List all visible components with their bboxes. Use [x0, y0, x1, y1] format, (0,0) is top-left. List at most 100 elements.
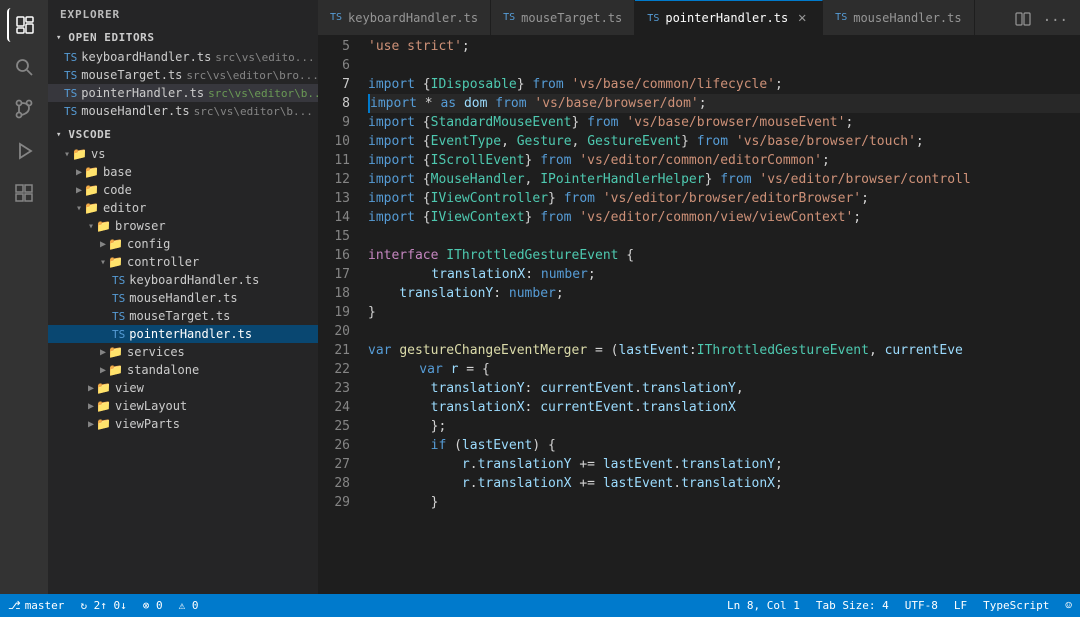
tree-services-folder[interactable]: ▶ 📁 services [48, 343, 318, 361]
status-bar: ⎇ master ↻ 2↑ 0↓ ⊗ 0 ⚠ 0 Ln 8, Col 1 Tab… [0, 594, 1080, 617]
line-num-28: 28 [318, 474, 350, 493]
line-num-14: 14 [318, 208, 350, 227]
sidebar-title: EXPLORER [48, 0, 318, 27]
file-path: src\vs\edito... [215, 51, 314, 64]
folder-icon: 📁 [96, 417, 111, 431]
more-actions-button[interactable]: ··· [1039, 9, 1072, 33]
errors-status[interactable]: ⊗ 0 [135, 594, 171, 617]
tab-mouseTarget[interactable]: TS mouseTarget.ts [491, 0, 635, 35]
folder-icon: 📁 [96, 381, 111, 395]
errors-label: ⊗ 0 [143, 599, 163, 612]
tree-view-folder[interactable]: ▶ 📁 view [48, 379, 318, 397]
tree-browser-folder[interactable]: ▾ 📁 browser [48, 217, 318, 235]
tab-keyboardHandler[interactable]: TS keyboardHandler.ts [318, 0, 491, 35]
warnings-status[interactable]: ⚠ 0 [171, 594, 207, 617]
language-status[interactable]: TypeScript [975, 594, 1057, 617]
line-num-29: 29 [318, 493, 350, 512]
git-sync-status[interactable]: ↻ 2↑ 0↓ [72, 594, 134, 617]
open-editor-keyboardHandler[interactable]: TS keyboardHandler.ts src\vs\edito... [48, 48, 318, 66]
line-num-27: 27 [318, 455, 350, 474]
smiley-status[interactable]: ☺ [1057, 594, 1080, 617]
ts-icon: TS [64, 51, 77, 64]
code-line-28: r.translationX += lastEvent.translationX… [368, 474, 1080, 493]
line-ending-status[interactable]: LF [946, 594, 975, 617]
tabs-bar: TS keyboardHandler.ts TS mouseTarget.ts … [318, 0, 1080, 35]
file-name: mouseTarget.ts [81, 68, 182, 82]
line-num-21: 21 [318, 341, 350, 360]
arrow-icon: ▶ [76, 185, 82, 196]
ts-icon: TS [64, 69, 77, 82]
split-editor-button[interactable] [1011, 7, 1035, 35]
extensions-activity-icon[interactable] [7, 176, 41, 210]
status-left: ⎇ master ↻ 2↑ 0↓ ⊗ 0 ⚠ 0 [0, 594, 207, 617]
line-numbers: 5 6 7 8 9 10 11 12 13 14 15 16 17 18 19 … [318, 35, 358, 594]
activity-bar [0, 0, 48, 594]
tab-icon: TS [835, 12, 847, 23]
folder-icon: 📁 [108, 345, 123, 359]
folder-name: viewLayout [115, 399, 187, 413]
code-line-25: }; [368, 417, 1080, 436]
tree-editor-folder[interactable]: ▾ 📁 editor [48, 199, 318, 217]
code-line-6 [368, 56, 1080, 75]
editor-area: TS keyboardHandler.ts TS mouseTarget.ts … [318, 0, 1080, 594]
open-editors-section[interactable]: ▾ OPEN EDITORS [48, 27, 318, 48]
tree-pointerHandler-file[interactable]: TS pointerHandler.ts [48, 325, 318, 343]
tab-icon: TS [503, 12, 515, 23]
git-branch-status[interactable]: ⎇ master [0, 594, 72, 617]
cursor-position-status[interactable]: Ln 8, Col 1 [719, 594, 808, 617]
folder-name: vs [91, 147, 105, 161]
file-name: keyboardHandler.ts [129, 273, 259, 287]
code-line-12: import {MouseHandler, IPointerHandlerHel… [368, 170, 1080, 189]
folder-name: browser [115, 219, 166, 233]
folder-icon: 📁 [96, 219, 111, 233]
file-name: mouseTarget.ts [129, 309, 230, 323]
tree-mouseTarget-file[interactable]: TS mouseTarget.ts [48, 307, 318, 325]
folder-icon: 📁 [84, 183, 99, 197]
tree-controller-folder[interactable]: ▾ 📁 controller [48, 253, 318, 271]
code-line-5: 'use strict'; [368, 37, 1080, 56]
line-num-16: 16 [318, 246, 350, 265]
line-num-25: 25 [318, 417, 350, 436]
tree-base-folder[interactable]: ▶ 📁 base [48, 163, 318, 181]
tab-icon: TS [330, 12, 342, 23]
explorer-icon[interactable] [7, 8, 41, 42]
open-editor-mouseHandler[interactable]: TS mouseHandler.ts src\vs\editor\b... [48, 102, 318, 120]
tab-size-status[interactable]: Tab Size: 4 [808, 594, 897, 617]
code-line-14: import {IViewContext} from 'vs/editor/co… [368, 208, 1080, 227]
tree-keyboardHandler-file[interactable]: TS keyboardHandler.ts [48, 271, 318, 289]
open-editor-mouseTarget[interactable]: TS mouseTarget.ts src\vs\editor\bro... [48, 66, 318, 84]
source-control-activity-icon[interactable] [7, 92, 41, 126]
arrow-icon: ▾ [64, 149, 70, 160]
folder-name: code [103, 183, 132, 197]
folder-name: controller [127, 255, 199, 269]
search-activity-icon[interactable] [7, 50, 41, 84]
line-num-17: 17 [318, 265, 350, 284]
tab-close-button[interactable]: ✕ [794, 10, 810, 26]
tree-code-folder[interactable]: ▶ 📁 code [48, 181, 318, 199]
tree-viewParts-folder[interactable]: ▶ 📁 viewParts [48, 415, 318, 433]
vscode-section[interactable]: ▾ VSCODE [48, 124, 318, 145]
code-line-22: var r = { [368, 360, 1080, 379]
code-editor[interactable]: 'use strict'; import {IDisposable} from … [358, 35, 1080, 594]
open-editors-label: OPEN EDITORS [68, 31, 154, 44]
folder-name: view [115, 381, 144, 395]
encoding-status[interactable]: UTF-8 [897, 594, 946, 617]
tree-config-folder[interactable]: ▶ 📁 config [48, 235, 318, 253]
folder-icon: 📁 [108, 255, 123, 269]
tab-mouseHandler[interactable]: TS mouseHandler.ts [823, 0, 974, 35]
tree-vs-folder[interactable]: ▾ 📁 vs [48, 145, 318, 163]
tab-pointerHandler[interactable]: TS pointerHandler.ts ✕ [635, 0, 823, 35]
line-num-13: 13 [318, 189, 350, 208]
git-branch-icon: ⎇ [8, 599, 21, 612]
line-num-24: 24 [318, 398, 350, 417]
line-num-11: 11 [318, 151, 350, 170]
open-editor-pointerHandler[interactable]: TS pointerHandler.ts src\vs\editor\b... [48, 84, 318, 102]
tree-viewLayout-folder[interactable]: ▶ 📁 viewLayout [48, 397, 318, 415]
git-branch-label: master [25, 599, 65, 612]
tree-standalone-folder[interactable]: ▶ 📁 standalone [48, 361, 318, 379]
code-line-10: import {EventType, Gesture, GestureEvent… [368, 132, 1080, 151]
tab-label: pointerHandler.ts [665, 11, 788, 25]
tree-mouseHandler-file[interactable]: TS mouseHandler.ts [48, 289, 318, 307]
folder-icon: 📁 [108, 363, 123, 377]
debug-activity-icon[interactable] [7, 134, 41, 168]
